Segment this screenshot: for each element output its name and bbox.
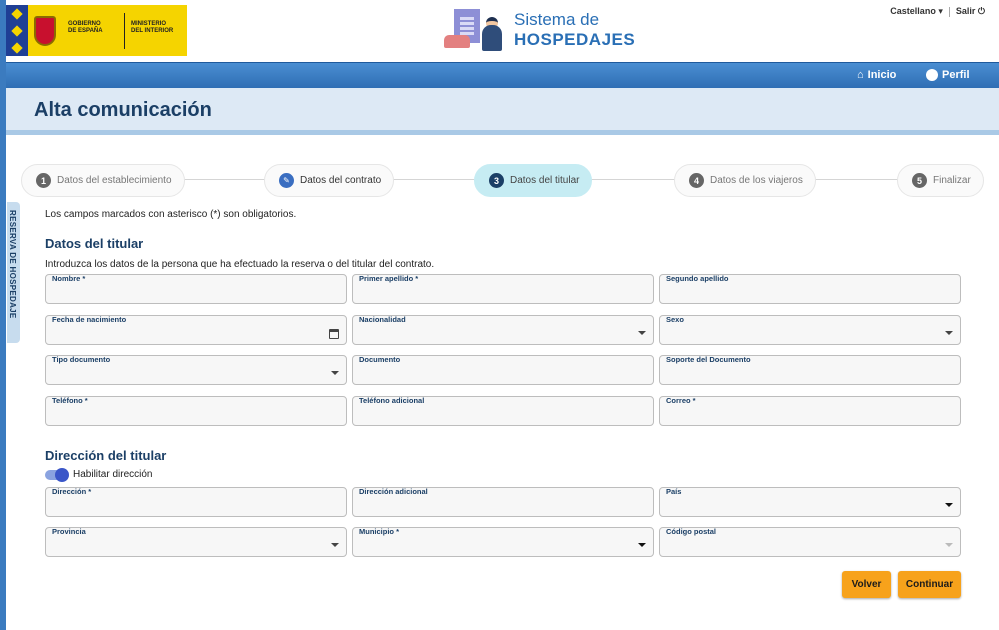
telefono-adicional-field[interactable]: Teléfono adicional: [352, 396, 654, 426]
chevron-down-icon: [945, 503, 953, 507]
home-icon: ⌂: [857, 69, 864, 81]
logout-link[interactable]: Salir ⏻: [956, 6, 985, 17]
habilitar-direccion-toggle[interactable]: [45, 468, 69, 482]
nacionalidad-select[interactable]: Nacionalidad: [352, 315, 654, 345]
brand-line2: HOSPEDAJES: [514, 29, 636, 49]
language-selector[interactable]: Castellano ▾: [890, 6, 943, 17]
direccion-field[interactable]: Dirección *: [45, 487, 347, 517]
step-finalizar[interactable]: 5 Finalizar: [897, 164, 984, 197]
chevron-down-icon: [945, 331, 953, 335]
chevron-down-icon: [945, 543, 953, 547]
calendar-icon[interactable]: [329, 329, 339, 339]
title-underline: [6, 130, 999, 135]
segundo-apellido-field[interactable]: Segundo apellido: [659, 274, 961, 304]
step-contrato[interactable]: ✎ Datos del contrato: [264, 164, 395, 197]
chevron-down-icon: [331, 371, 339, 375]
continuar-button[interactable]: Continuar: [898, 571, 961, 598]
brand-line1: Sistema de: [514, 9, 600, 29]
telefono-field[interactable]: Teléfono *: [45, 396, 347, 426]
soporte-documento-field[interactable]: Soporte del Documento: [659, 355, 961, 385]
pais-select[interactable]: País: [659, 487, 961, 517]
nav-profile[interactable]: Perfil: [926, 69, 970, 81]
section-subtitle-titular: Introduzca los datos de la persona que h…: [45, 259, 435, 270]
step-establecimiento[interactable]: 1 Datos del establecimiento: [21, 164, 185, 197]
government-logo[interactable]: GOBIERNO DE ESPAÑA MINISTERIO DEL INTERIOR: [6, 5, 187, 56]
title-bar: Alta comunicación: [6, 88, 999, 130]
navbar: ⌂ Inicio Perfil: [6, 62, 999, 88]
tipo-documento-select[interactable]: Tipo documento: [45, 355, 347, 385]
section-title-direccion: Dirección del titular: [45, 448, 167, 463]
volver-button[interactable]: Volver: [842, 571, 891, 598]
section-title-titular: Datos del titular: [45, 236, 144, 251]
page-title: Alta comunicación: [34, 99, 212, 121]
correo-field[interactable]: Correo *: [659, 396, 961, 426]
logo-government-text: GOBIERNO DE ESPAÑA: [68, 21, 103, 34]
nav-home[interactable]: ⌂ Inicio: [857, 69, 896, 81]
user-circle-icon: [926, 69, 938, 81]
step-viajeros[interactable]: 4 Datos de los viajeros: [674, 164, 816, 197]
sexo-select[interactable]: Sexo: [659, 315, 961, 345]
provincia-select[interactable]: Provincia: [45, 527, 347, 557]
eu-stars-icon: [6, 5, 28, 56]
side-tab[interactable]: RESERVA DE HOSPEDAJE: [7, 202, 20, 343]
fecha-nacimiento-field[interactable]: Fecha de nacimiento: [45, 315, 347, 345]
codigo-postal-select[interactable]: Código postal: [659, 527, 961, 557]
app-brand[interactable]: Sistema de HOSPEDAJES: [444, 7, 635, 53]
pencil-icon: ✎: [279, 173, 294, 188]
hotel-illustration-icon: [444, 7, 504, 53]
direccion-adicional-field[interactable]: Dirección adicional: [352, 487, 654, 517]
top-links: Castellano ▾ Salir ⏻: [890, 6, 985, 17]
required-note: Los campos marcados con asterisco (*) so…: [45, 209, 297, 220]
habilitar-direccion-label: Habilitar dirección: [73, 469, 153, 480]
logo-ministry-text: MINISTERIO DEL INTERIOR: [131, 21, 174, 34]
chevron-down-icon: [331, 543, 339, 547]
chevron-down-icon: [638, 543, 646, 547]
step-titular[interactable]: 3 Datos del titular: [474, 164, 593, 197]
power-icon: ⏻: [977, 6, 985, 16]
documento-field[interactable]: Documento: [352, 355, 654, 385]
municipio-select[interactable]: Municipio *: [352, 527, 654, 557]
page: GOBIERNO DE ESPAÑA MINISTERIO DEL INTERIOR…: [0, 0, 999, 630]
primer-apellido-field[interactable]: Primer apellido *: [352, 274, 654, 304]
nombre-field[interactable]: Nombre *: [45, 274, 347, 304]
coat-of-arms-icon: [28, 5, 62, 56]
chevron-down-icon: [638, 331, 646, 335]
